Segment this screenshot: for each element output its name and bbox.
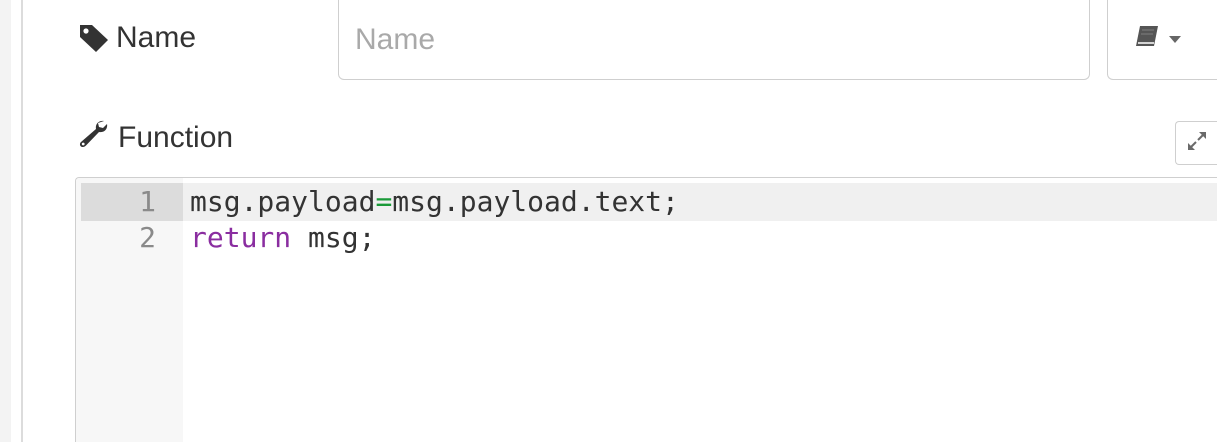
code-token: msg.payload.text; <box>392 185 679 218</box>
caret-down-icon <box>1168 31 1182 49</box>
function-label-text: Function <box>118 121 234 154</box>
code-token: msg; <box>291 221 376 254</box>
name-input[interactable] <box>338 0 1090 80</box>
code-line[interactable]: 2 return msg; <box>76 219 1217 257</box>
code-operator: = <box>375 185 393 218</box>
expand-editor-button[interactable] <box>1175 121 1217 165</box>
line-number: 2 <box>139 221 156 254</box>
panel-divider <box>21 0 23 442</box>
code-editor[interactable]: 1 msg.payload=msg.payload.text; 2 return… <box>75 177 1217 442</box>
function-node-editor: Name Function <box>0 0 1217 442</box>
panel-left-edge <box>0 0 11 442</box>
library-button[interactable] <box>1107 0 1217 80</box>
line-code[interactable]: return msg; <box>190 219 375 257</box>
expand-icon <box>1186 130 1208 157</box>
tag-icon <box>78 23 110 53</box>
line-number: 1 <box>139 185 156 218</box>
code-line[interactable]: 1 msg.payload=msg.payload.text; <box>76 183 1217 221</box>
wrench-icon <box>78 119 112 157</box>
code-keyword: return <box>190 221 292 254</box>
function-label: Function <box>78 118 233 158</box>
line-code[interactable]: msg.payload=msg.payload.text; <box>190 183 679 221</box>
name-label: Name <box>78 20 196 56</box>
book-icon <box>1134 25 1160 54</box>
name-label-text: Name <box>116 21 197 54</box>
code-token: msg.payload <box>190 185 376 218</box>
